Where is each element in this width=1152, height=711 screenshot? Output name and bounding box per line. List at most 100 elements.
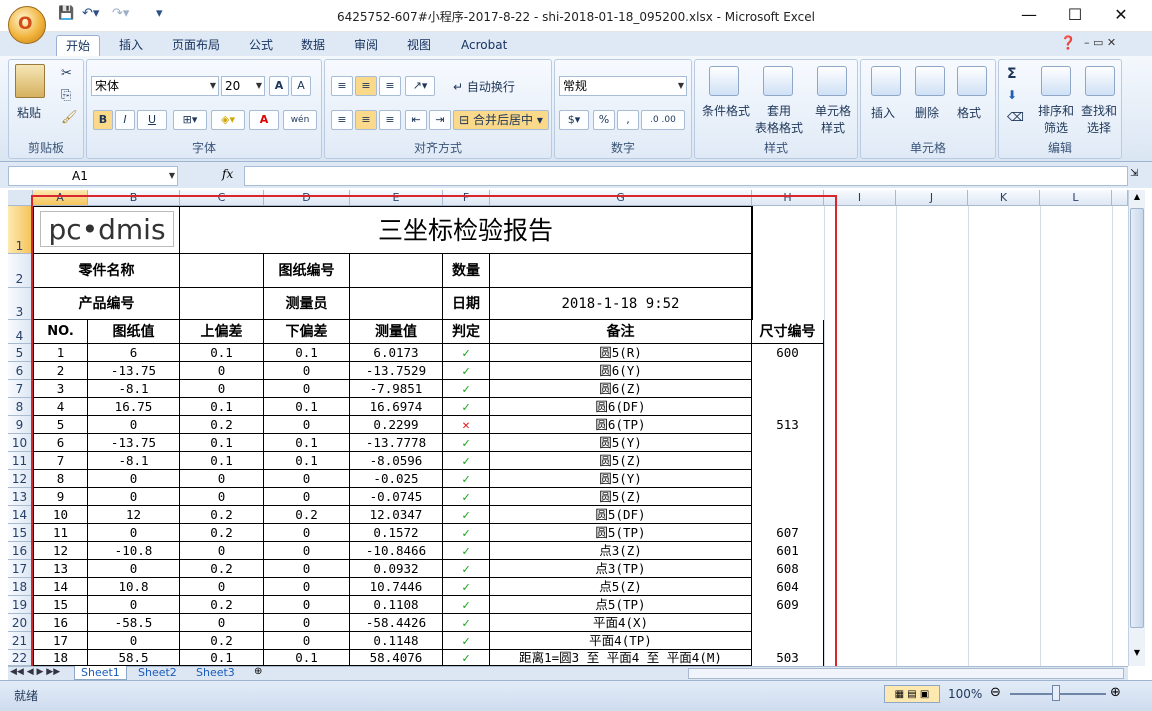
cell-upper-tol[interactable]: 0.2 bbox=[180, 560, 264, 578]
paste-button[interactable]: 粘贴 bbox=[17, 104, 41, 121]
cell-style-icon[interactable] bbox=[817, 66, 847, 96]
cut-icon[interactable]: ✂ bbox=[61, 66, 72, 81]
autosum-button[interactable]: Σ bbox=[1007, 66, 1017, 82]
delete-cells-icon[interactable] bbox=[915, 66, 945, 96]
align-bottom-button[interactable]: ≡ bbox=[379, 76, 401, 96]
cell-nominal[interactable]: -58.5 bbox=[88, 614, 180, 632]
sheet-tab-2[interactable]: Sheet2 bbox=[132, 666, 183, 680]
cell-lower-tol[interactable]: 0.1 bbox=[264, 452, 350, 470]
cell-no[interactable]: 12 bbox=[33, 542, 88, 560]
cell-lower-tol[interactable]: 0 bbox=[264, 380, 350, 398]
tab-data[interactable]: 数据 bbox=[292, 35, 334, 56]
cell-nominal[interactable]: 0 bbox=[88, 560, 180, 578]
cell-upper-tol[interactable]: 0 bbox=[180, 578, 264, 596]
sheet-tab-1[interactable]: Sheet1 bbox=[74, 666, 127, 680]
cell-measured[interactable]: 0.1572 bbox=[350, 524, 443, 542]
row-header-3[interactable]: 3 bbox=[8, 288, 32, 320]
align-right-button[interactable]: ≡ bbox=[379, 110, 401, 130]
cell-dim-no[interactable] bbox=[752, 452, 824, 470]
cell-upper-tol[interactable]: 0 bbox=[180, 362, 264, 380]
row-header-19[interactable]: 19 bbox=[8, 596, 32, 614]
cell-measured[interactable]: 12.0347 bbox=[350, 506, 443, 524]
cell-no[interactable]: 16 bbox=[33, 614, 88, 632]
cell-lower-tol[interactable]: 0 bbox=[264, 614, 350, 632]
vertical-scrollbar[interactable]: ▲ ▼ bbox=[1128, 190, 1145, 666]
cell-nominal[interactable]: -13.75 bbox=[88, 362, 180, 380]
copy-icon[interactable]: ⎘ bbox=[61, 88, 71, 103]
help-icon[interactable]: ❓ bbox=[1060, 36, 1076, 51]
cell-measured[interactable]: 58.4076 bbox=[350, 650, 443, 666]
find-select-icon[interactable] bbox=[1085, 66, 1115, 96]
maximize-button[interactable]: ☐ bbox=[1052, 0, 1098, 30]
decrease-indent-button[interactable]: ⇤ bbox=[405, 110, 427, 130]
cell-judgement[interactable]: ✓ bbox=[443, 344, 490, 362]
font-size-select[interactable]: 20 ▼ bbox=[221, 76, 265, 96]
cell-upper-tol[interactable]: 0 bbox=[180, 542, 264, 560]
cell-judgement[interactable]: ✓ bbox=[443, 380, 490, 398]
row-header-20[interactable]: 20 bbox=[8, 614, 32, 632]
currency-button[interactable]: $▾ bbox=[559, 110, 589, 130]
cell-dim-no[interactable]: 601 bbox=[752, 542, 824, 560]
cell-upper-tol[interactable]: 0.2 bbox=[180, 416, 264, 434]
name-box[interactable]: A1 ▼ bbox=[8, 166, 178, 186]
date-value[interactable]: 2018-1-18 9:52 bbox=[490, 288, 752, 320]
cell-measured[interactable]: -0.025 bbox=[350, 470, 443, 488]
cell-dim-no[interactable]: 503 bbox=[752, 650, 824, 666]
column-header-h[interactable]: H bbox=[752, 190, 824, 206]
cell-dim-no[interactable]: 608 bbox=[752, 560, 824, 578]
cell-measured[interactable]: 16.6974 bbox=[350, 398, 443, 416]
row-header-16[interactable]: 16 bbox=[8, 542, 32, 560]
column-header-l[interactable]: L bbox=[1040, 190, 1112, 206]
comma-button[interactable]: , bbox=[617, 110, 639, 130]
cell-no[interactable]: 2 bbox=[33, 362, 88, 380]
cell-no[interactable]: 18 bbox=[33, 650, 88, 666]
cell-judgement[interactable]: ✓ bbox=[443, 434, 490, 452]
column-header-j[interactable]: J bbox=[896, 190, 968, 206]
sheet-nav-icon[interactable]: ◀◀ ◀ ▶ ▶▶ bbox=[10, 667, 60, 677]
cell-remark[interactable]: 圆5(R) bbox=[490, 344, 752, 362]
clear-icon[interactable]: ⌫ bbox=[1007, 110, 1024, 124]
column-header-a[interactable]: A bbox=[33, 190, 88, 206]
orientation-button[interactable]: ↗▾ bbox=[405, 76, 435, 96]
cell-judgement[interactable]: ✓ bbox=[443, 452, 490, 470]
cell-dim-no[interactable] bbox=[752, 470, 824, 488]
view-buttons[interactable]: ▦ ▤ ▣ bbox=[884, 685, 940, 703]
underline-button[interactable]: U bbox=[137, 110, 167, 130]
number-format-select[interactable]: 常规 ▼ bbox=[559, 76, 687, 96]
scroll-up-icon[interactable]: ▲ bbox=[1130, 192, 1144, 206]
zoom-out-icon[interactable]: ⊖ bbox=[990, 685, 1001, 700]
cell-dim-no[interactable]: 600 bbox=[752, 344, 824, 362]
cell-judgement[interactable]: ✓ bbox=[443, 542, 490, 560]
cell-measured[interactable]: 0.2299 bbox=[350, 416, 443, 434]
cell-judgement[interactable]: ✓ bbox=[443, 398, 490, 416]
cell-dim-no[interactable] bbox=[752, 632, 824, 650]
row-header-1[interactable]: 1 bbox=[8, 206, 32, 254]
tab-review[interactable]: 审阅 bbox=[345, 35, 387, 56]
column-header-k[interactable]: K bbox=[968, 190, 1040, 206]
cell-nominal[interactable]: 0 bbox=[88, 596, 180, 614]
cell-upper-tol[interactable]: 0 bbox=[180, 380, 264, 398]
insert-cells-button[interactable]: 插入 bbox=[871, 104, 895, 121]
cell-measured[interactable]: -0.0745 bbox=[350, 488, 443, 506]
font-color-button[interactable]: A bbox=[249, 110, 279, 130]
cell-no[interactable]: 11 bbox=[33, 524, 88, 542]
format-cells-button[interactable]: 格式 bbox=[957, 104, 981, 121]
part-name-value[interactable] bbox=[180, 254, 264, 288]
cell-nominal[interactable]: 10.8 bbox=[88, 578, 180, 596]
decimal-button[interactable]: .0 .00 bbox=[641, 110, 685, 130]
cell-dim-no[interactable]: 604 bbox=[752, 578, 824, 596]
cell-nominal[interactable]: 0 bbox=[88, 632, 180, 650]
cell-judgement[interactable]: ✓ bbox=[443, 470, 490, 488]
product-no-value[interactable] bbox=[180, 288, 264, 320]
cell-judgement[interactable]: ✓ bbox=[443, 488, 490, 506]
cell-no[interactable]: 13 bbox=[33, 560, 88, 578]
cell-lower-tol[interactable]: 0 bbox=[264, 578, 350, 596]
row-header-12[interactable]: 12 bbox=[8, 470, 32, 488]
cell-judgement[interactable]: ✕ bbox=[443, 416, 490, 434]
cell-style-button[interactable]: 单元格 样式 bbox=[809, 102, 857, 136]
cell-measured[interactable]: 6.0173 bbox=[350, 344, 443, 362]
cell-dim-no[interactable] bbox=[752, 380, 824, 398]
row-header-22[interactable]: 22 bbox=[8, 650, 32, 666]
row-header-14[interactable]: 14 bbox=[8, 506, 32, 524]
row-header-11[interactable]: 11 bbox=[8, 452, 32, 470]
